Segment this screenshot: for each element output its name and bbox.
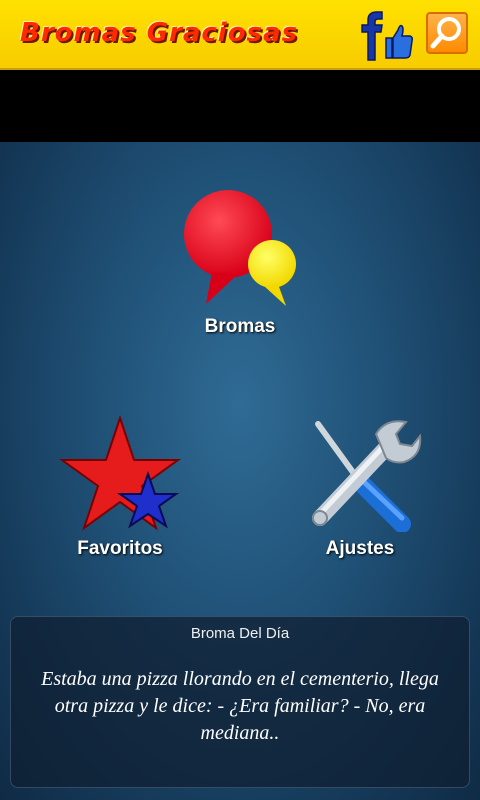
joke-of-day-card[interactable]: Broma Del Día Estaba una pizza llorando … (10, 616, 470, 788)
app-title: Bromas Graciosas (20, 18, 299, 48)
favoritos-label: Favoritos (77, 538, 163, 559)
search-button[interactable] (426, 12, 468, 54)
ajustes-button[interactable]: Ajustes (290, 412, 430, 560)
tools-icon (312, 420, 422, 533)
main-menu-area: Bromas Favoritos Ajustes Broma Del Día E… (0, 142, 480, 800)
facebook-like-icon (361, 11, 413, 61)
bromas-label: Bromas (204, 316, 276, 337)
facebook-like-button[interactable] (360, 10, 414, 62)
top-bar: Bromas Graciosas (0, 0, 480, 70)
search-icon (430, 17, 461, 49)
ad-space (0, 70, 480, 142)
joke-of-day-title: Broma Del Día (190, 625, 290, 642)
app-screen: Bromas Graciosas Bromas Favoritos Ajuste… (0, 0, 480, 800)
joke-of-day-text: Estaba una pizza llorando en el cementer… (41, 668, 439, 744)
stars-icon (58, 414, 182, 531)
speech-bubbles-icon (184, 190, 296, 306)
ajustes-label: Ajustes (325, 538, 395, 559)
bromas-button[interactable]: Bromas (160, 186, 320, 338)
favoritos-button[interactable]: Favoritos (50, 412, 190, 560)
